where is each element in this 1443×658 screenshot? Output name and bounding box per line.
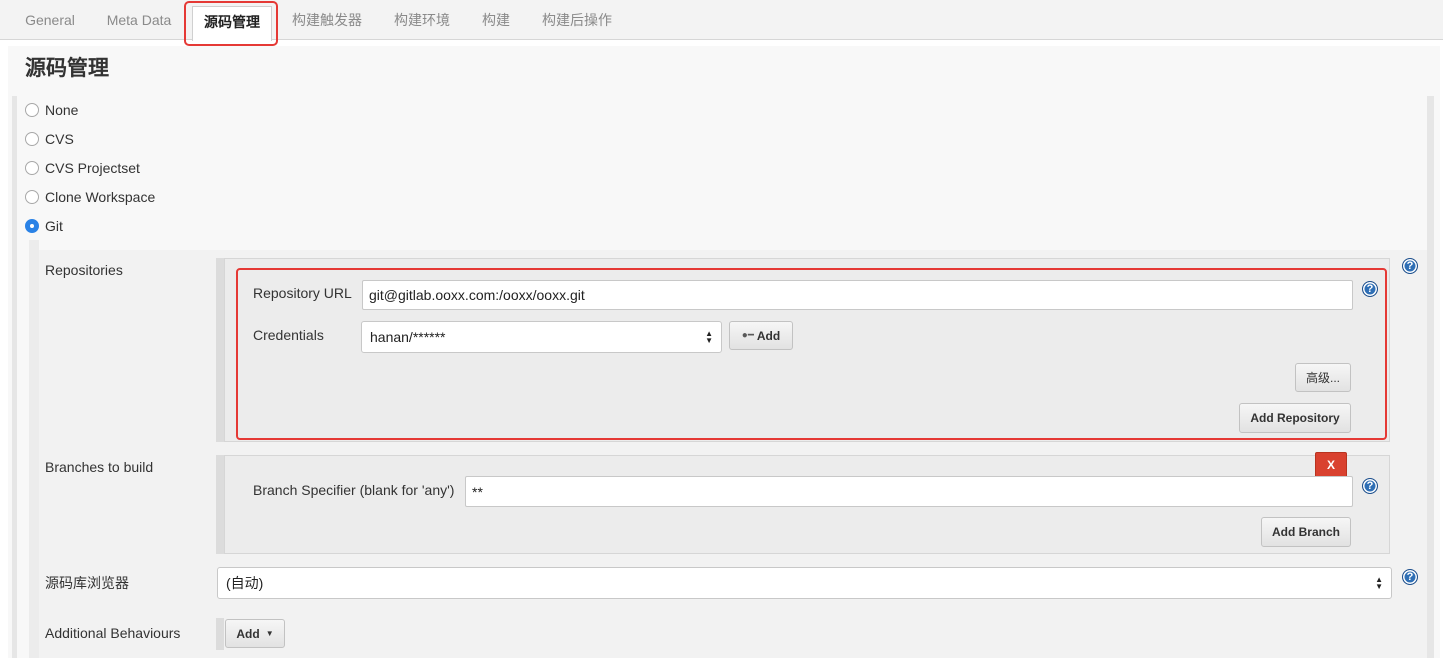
branches-label: Branches to build xyxy=(45,459,154,475)
delete-branch-button[interactable]: X xyxy=(1315,452,1347,478)
tab-build[interactable]: 构建 xyxy=(472,0,520,40)
scm-option-label: CVS Projectset xyxy=(45,160,140,176)
scm-option-cvs[interactable]: CVS xyxy=(25,129,74,149)
branch-specifier-help-icon[interactable]: ? xyxy=(1362,478,1378,494)
scm-option-label: CVS xyxy=(45,131,74,147)
git-config-rule xyxy=(29,240,39,658)
credentials-label: Credentials xyxy=(253,327,324,343)
scm-option-label: Git xyxy=(45,218,63,234)
additional-behaviours-label: Additional Behaviours xyxy=(45,625,181,641)
radio-cvs-projectset[interactable] xyxy=(25,161,39,175)
scm-option-none[interactable]: None xyxy=(25,100,78,120)
scm-option-label: None xyxy=(45,102,79,118)
section-right-rule xyxy=(1427,96,1434,658)
section-title: 源码管理 xyxy=(25,57,109,80)
select-arrows-icon: ▲ ▼ xyxy=(1375,575,1383,591)
caret-down-icon: ▼ xyxy=(265,629,274,638)
radio-none[interactable] xyxy=(25,103,39,117)
repositories-rule xyxy=(216,258,224,442)
tab-meta-data[interactable]: Meta Data xyxy=(96,0,182,40)
repo-browser-value: (自动) xyxy=(226,575,264,591)
credentials-value: hanan/****** xyxy=(370,329,446,345)
scm-option-clone-workspace[interactable]: Clone Workspace xyxy=(25,187,155,207)
add-behaviour-button[interactable]: Add ▼ xyxy=(225,619,285,648)
repository-url-input[interactable]: git@gitlab.ooxx.com:/ooxx/ooxx.git xyxy=(362,280,1353,310)
branch-specifier-label: Branch Specifier (blank for 'any') xyxy=(253,482,455,498)
repository-url-help-icon[interactable]: ? xyxy=(1362,281,1378,297)
tab-post-build[interactable]: 构建后操作 xyxy=(532,0,622,40)
repositories-label: Repositories xyxy=(45,262,123,278)
credentials-select[interactable]: hanan/****** ▲ ▼ xyxy=(361,321,722,353)
repository-url-label: Repository URL xyxy=(253,285,352,301)
tab-build-environment[interactable]: 构建环境 xyxy=(384,0,460,40)
repo-browser-label: 源码库浏览器 xyxy=(45,575,129,591)
branches-rule xyxy=(216,455,224,554)
radio-clone-workspace[interactable] xyxy=(25,190,39,204)
tab-general[interactable]: General xyxy=(12,0,88,40)
repo-browser-help-icon[interactable]: ? xyxy=(1402,569,1418,585)
scm-option-label: Clone Workspace xyxy=(45,189,156,205)
add-behaviour-label: Add xyxy=(236,626,260,641)
tab-build-triggers[interactable]: 构建触发器 xyxy=(282,0,372,40)
radio-cvs[interactable] xyxy=(25,132,39,146)
tab-scm[interactable]: 源码管理 xyxy=(192,6,272,41)
scm-option-git[interactable]: Git xyxy=(25,216,63,236)
repositories-help-icon[interactable]: ? xyxy=(1402,258,1418,274)
advanced-button[interactable]: 高级... xyxy=(1295,363,1351,392)
behaviours-rule xyxy=(216,618,224,650)
key-icon: ●━ xyxy=(741,330,754,341)
add-credentials-button[interactable]: ●━ Add xyxy=(729,321,793,350)
add-credentials-label: Add xyxy=(756,328,781,343)
section-left-rule xyxy=(12,96,17,658)
branch-specifier-input[interactable]: ** xyxy=(465,476,1353,507)
repo-browser-select[interactable]: (自动) ▲ ▼ xyxy=(217,567,1392,599)
radio-git[interactable] xyxy=(25,219,39,233)
add-repository-button[interactable]: Add Repository xyxy=(1239,403,1351,433)
select-arrows-icon: ▲ ▼ xyxy=(705,329,713,345)
scm-option-cvs-projectset[interactable]: CVS Projectset xyxy=(25,158,140,178)
add-branch-button[interactable]: Add Branch xyxy=(1261,517,1351,547)
